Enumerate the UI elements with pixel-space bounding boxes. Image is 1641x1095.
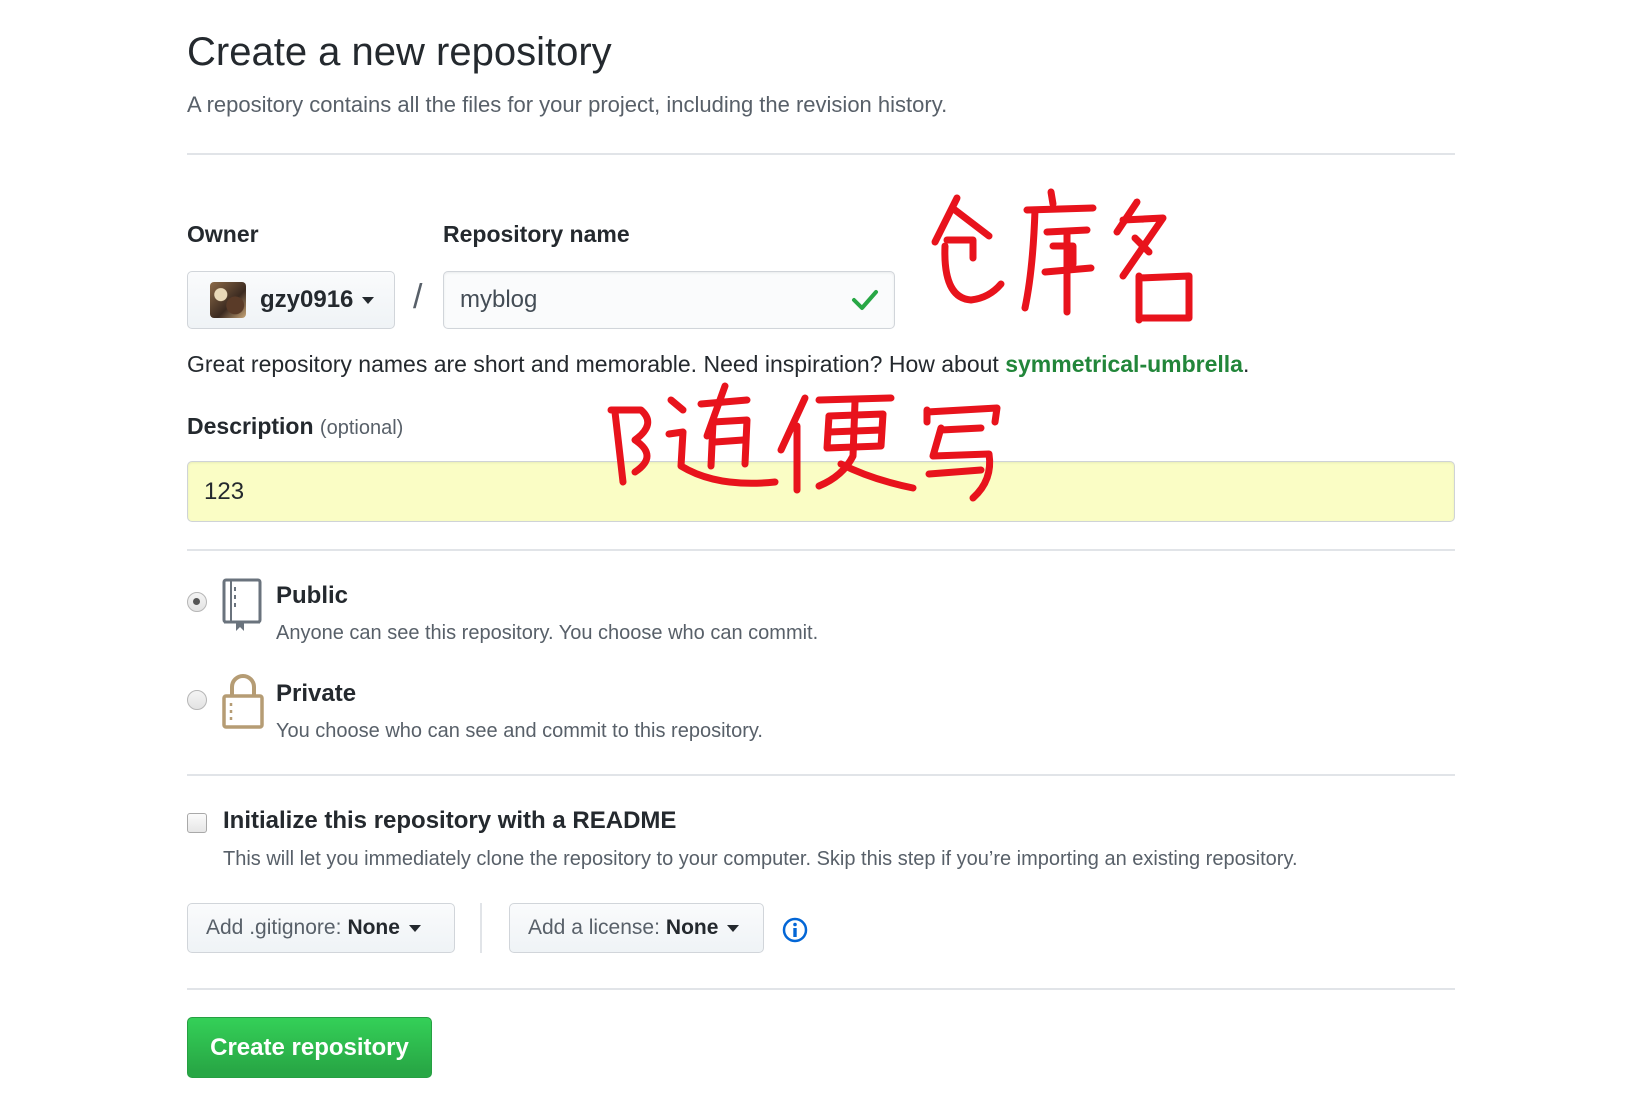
caret-down-icon: [727, 924, 740, 932]
repo-name-hint: Great repository names are short and mem…: [187, 351, 1249, 378]
owner-repo-separator: /: [413, 278, 423, 316]
public-title: Public: [276, 582, 349, 609]
owner-name: gzy0916: [260, 286, 354, 313]
owner-label: Owner: [187, 221, 259, 247]
select-separator: [480, 903, 482, 953]
license-select[interactable]: Add a license: None: [509, 903, 764, 953]
check-icon: [852, 290, 878, 310]
page-subtitle: A repository contains all the files for …: [187, 92, 948, 117]
visibility-divider: [187, 774, 1455, 776]
repo-name-input[interactable]: [443, 271, 895, 329]
caret-down-icon: [408, 924, 421, 932]
readme-title: Initialize this repository with a README: [223, 807, 677, 834]
lock-icon: [222, 674, 264, 729]
gitignore-select[interactable]: Add .gitignore: None: [187, 903, 455, 953]
page-title: Create a new repository: [187, 30, 612, 74]
private-radio[interactable]: [187, 690, 207, 710]
footer-divider: [187, 988, 1455, 990]
repo-name-label: Repository name: [443, 221, 630, 247]
avatar: [210, 282, 246, 318]
optional-tag: (optional): [319, 417, 404, 439]
info-icon[interactable]: [782, 917, 808, 943]
readme-checkbox[interactable]: [187, 813, 207, 833]
create-repository-button[interactable]: Create repository: [187, 1017, 432, 1078]
repo-icon: [222, 578, 262, 631]
gitignore-value: None: [347, 916, 400, 939]
owner-select[interactable]: gzy0916: [187, 271, 395, 329]
private-description: You choose who can see and commit to thi…: [276, 720, 763, 742]
caret-down-icon: [362, 296, 375, 304]
description-input[interactable]: [187, 461, 1455, 522]
public-description: Anyone can see this repository. You choo…: [276, 622, 819, 644]
description-label: Description (optional): [187, 413, 403, 440]
private-title: Private: [276, 680, 357, 707]
hint-text: Great repository names are short and mem…: [187, 351, 1006, 377]
header-divider: [187, 153, 1455, 155]
handwritten-annotation-repo-name: [931, 188, 1193, 324]
name-suggestion-link[interactable]: symmetrical-umbrella: [1005, 351, 1243, 377]
gitignore-label: Add .gitignore:: [206, 916, 342, 939]
hint-suffix: .: [1242, 351, 1250, 377]
public-radio[interactable]: [187, 592, 207, 612]
description-label-text: Description: [187, 413, 314, 439]
license-value: None: [665, 916, 719, 939]
readme-description: This will let you immediately clone the …: [223, 848, 1298, 870]
license-label: Add a license:: [528, 916, 660, 939]
description-divider: [187, 549, 1455, 551]
